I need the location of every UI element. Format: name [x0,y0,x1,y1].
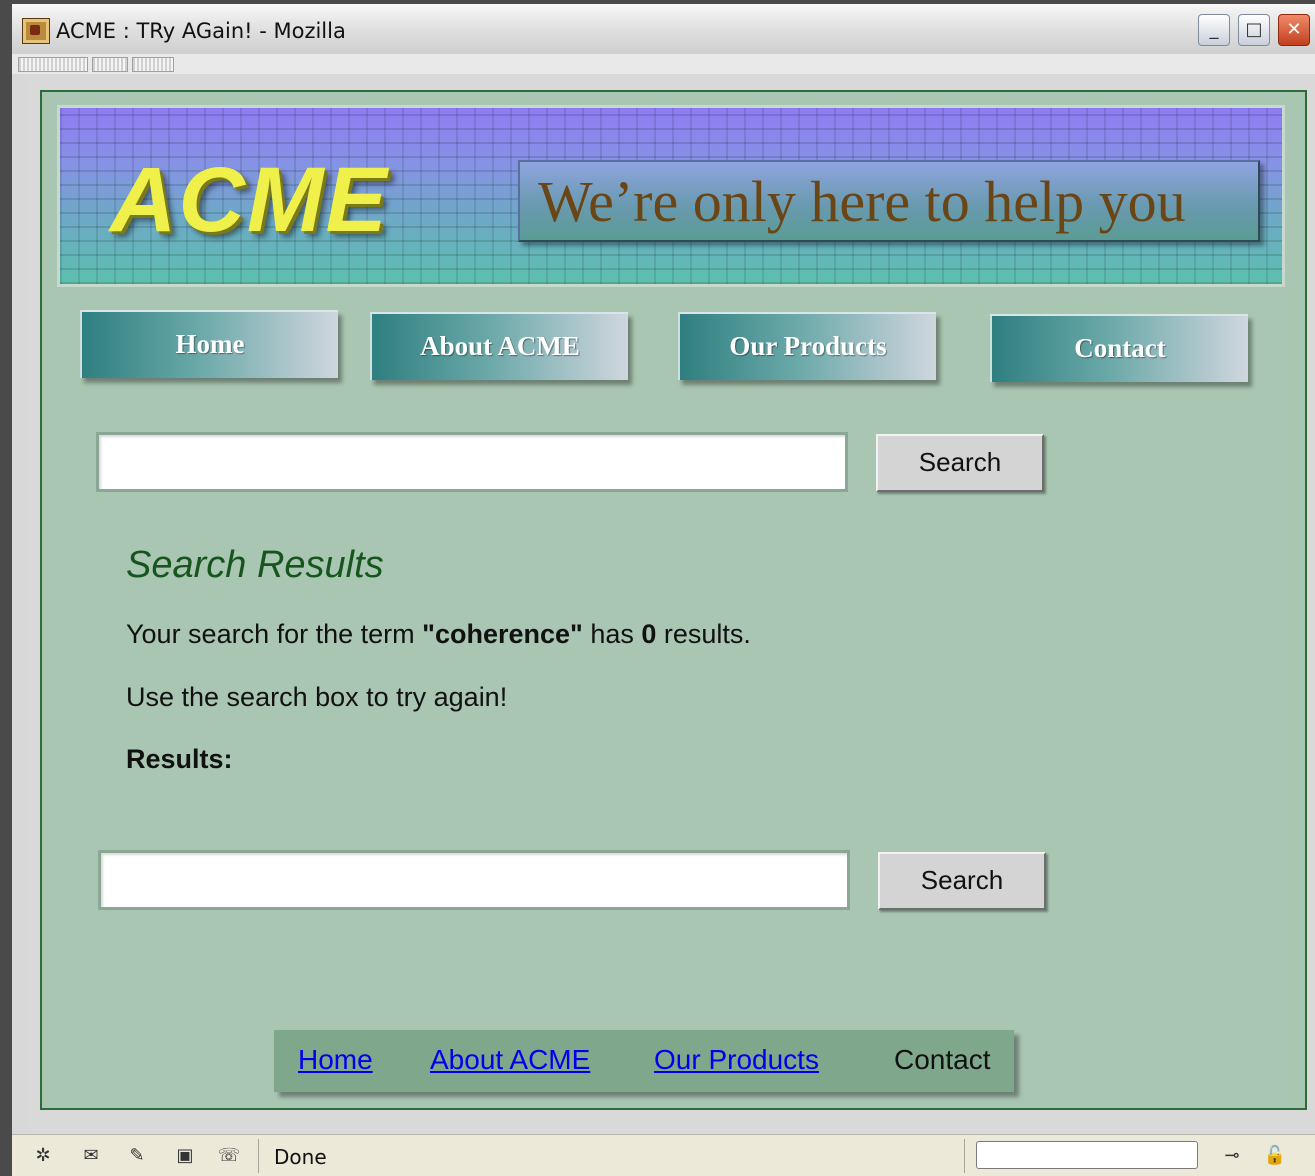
results-label: Results: [126,744,233,774]
close-button[interactable]: ✕ [1278,14,1310,46]
nav-products-button[interactable]: Our Products [678,312,936,380]
result-count: 0 [641,619,657,649]
search-button-top[interactable]: Search [876,434,1044,492]
results-summary-prefix: Your search for the term [126,619,423,649]
mail-icon[interactable]: ✉ [78,1145,104,1167]
search-results-heading: Search Results [126,544,384,586]
address-book-icon[interactable]: ▣ [172,1145,198,1167]
footer-current-contact: Contact [894,1044,991,1075]
search-input-top[interactable] [96,432,848,492]
composer-icon[interactable]: ✎ [124,1145,150,1167]
web-page: ACME We’re only here to help you Home Ab… [40,90,1307,1110]
chatzilla-icon[interactable]: ☏ [216,1145,242,1167]
tagline-text: We’re only here to help you [538,169,1186,234]
status-divider [258,1139,259,1173]
maximize-button[interactable]: □ [1238,14,1270,46]
toolbar-grippy[interactable] [92,57,128,72]
search-input-bottom[interactable] [98,850,850,910]
nav-about-button[interactable]: About ACME [370,312,628,380]
tagline-box: We’re only here to help you [518,160,1260,242]
search-term: "coherence" [422,619,583,649]
toolbar-grippy[interactable] [18,57,88,72]
security-lock-icon[interactable]: 🔓 [1262,1145,1288,1167]
collapsed-toolbars [12,54,1315,75]
status-text: Done [274,1145,327,1169]
title-bar[interactable]: ACME : TRy AGain! - Mozilla _ □ ✕ [12,4,1315,55]
window-title: ACME : TRy AGain! - Mozilla [56,19,346,43]
connection-icon[interactable]: ⊸ [1212,1145,1252,1167]
nav-home-button[interactable]: Home [80,310,338,378]
site-banner: ACME We’re only here to help you [60,108,1282,284]
try-again-text: Use the search box to try again! [126,682,508,712]
minimize-button[interactable]: _ [1198,14,1230,46]
footer-nav: Home About ACME Our Products Contact [274,1030,1014,1092]
navigator-icon[interactable]: ✲ [30,1145,56,1167]
toolbar-grippy[interactable] [132,57,174,72]
status-divider [964,1139,965,1173]
status-bar: ✲ ✉ ✎ ▣ ☏ Done ⊸ 🔓 [12,1134,1315,1176]
footer-link-products[interactable]: Our Products [654,1044,819,1076]
content-viewport: ACME We’re only here to help you Home Ab… [26,74,1315,1134]
footer-link-home[interactable]: Home [298,1044,373,1076]
search-button-bottom[interactable]: Search [878,852,1046,910]
acme-logo: ACME [110,149,389,251]
browser-window: ACME : TRy AGain! - Mozilla _ □ ✕ ACME W… [12,4,1315,1176]
footer-link-about[interactable]: About ACME [430,1044,590,1076]
results-summary-suffix: results. [656,619,751,649]
progress-meter [976,1141,1198,1169]
results-summary: Your search for the term "coherence" has… [126,619,751,650]
sidebar-splitter[interactable] [12,74,27,1134]
nav-contact-button[interactable]: Contact [990,314,1248,382]
results-summary-mid: has [582,619,642,649]
mozilla-app-icon[interactable] [22,18,50,44]
